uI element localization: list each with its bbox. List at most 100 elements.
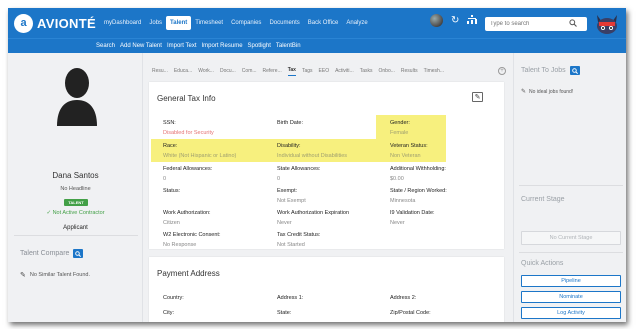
state-region-field: State / Region Worked: Minnesota <box>390 188 447 204</box>
veteran-value: Non Veteran <box>390 153 421 159</box>
subnav-search[interactable]: Search <box>96 43 115 49</box>
veteran-label: Veteran Status: <box>390 143 428 149</box>
disability-label: Disability: <box>277 143 301 149</box>
state-region-label: State / Region Worked: <box>390 188 447 194</box>
tab-tasks[interactable]: Tasks <box>360 68 373 74</box>
right-sidebar: Talent To Jobs ✎ No ideal jobs found! Cu… <box>513 53 626 322</box>
add-tab-icon[interactable]: + <box>498 67 506 75</box>
work-authorization-expiration-label: Work Authorization Expiration <box>277 210 350 216</box>
zip-field: Zip/Postal Code: <box>390 310 431 316</box>
profile-photo[interactable] <box>55 66 99 126</box>
gender-field: Gender: Female <box>390 120 410 136</box>
work-authorization-value: Citizen <box>163 220 180 226</box>
talent-compare-search-button[interactable] <box>73 249 84 258</box>
exempt-label: Exempt: <box>277 188 298 194</box>
nav-item-documents[interactable]: Documents <box>265 16 303 30</box>
exempt-value: Not Exempt <box>277 198 306 204</box>
i9-validation-value: Never <box>390 220 405 226</box>
tab-eeo[interactable]: EEO <box>319 68 330 74</box>
pipeline-button[interactable]: Pipeline <box>521 275 621 287</box>
w2-consent-field: W2 Electronic Consent: No Response <box>163 232 220 248</box>
top-nav-bar: a AVIONTÉ myDashboard Jobs Talent Timesh… <box>8 8 626 38</box>
brand-logo[interactable]: a AVIONTÉ <box>14 13 100 33</box>
logo-icon: a <box>14 13 33 33</box>
user-avatar[interactable] <box>594 11 620 35</box>
tab-activities[interactable]: Activiti... <box>335 68 354 74</box>
tab-onboarding[interactable]: Onbo... <box>379 68 395 74</box>
tab-tax[interactable]: Tax <box>287 67 296 76</box>
nav-item-timesheet[interactable]: Timesheet <box>191 16 227 30</box>
birth-date-field: Birth Date: <box>277 120 303 130</box>
contractor-status-text: Not Active Contractor <box>52 210 105 216</box>
talent-compare-title: Talent Compare <box>20 250 70 257</box>
main-nav: myDashboard Jobs Talent Timesheet Compan… <box>100 8 372 38</box>
disability-field: Disability: Individual without Disabilit… <box>277 143 347 159</box>
refresh-icon[interactable]: ↻ <box>451 15 459 26</box>
disability-value: Individual without Disabilities <box>277 153 348 159</box>
nav-item-back-office[interactable]: Back Office <box>304 16 343 30</box>
subnav-add-new-talent[interactable]: Add New Talent <box>120 43 162 49</box>
search-input[interactable] <box>485 21 569 27</box>
nav-item-talent[interactable]: Talent <box>166 16 192 30</box>
search-icon[interactable] <box>569 19 577 29</box>
state-allowances-label: State Allowances: <box>277 166 321 172</box>
tab-documents[interactable]: Docu... <box>220 68 236 74</box>
talent-to-jobs-search-button[interactable] <box>569 66 580 75</box>
tab-comments[interactable]: Com... <box>242 68 257 74</box>
ssn-field: SSN: Disabled for Security <box>163 120 214 136</box>
gender-value: Female <box>390 130 409 136</box>
tab-references[interactable]: Refere... <box>263 68 282 74</box>
payment-address-card: Payment Address Country: Address 1: Addr… <box>149 257 504 322</box>
address2-label: Address 2: <box>390 295 417 301</box>
org-chart-icon[interactable] <box>467 14 478 27</box>
current-stage-title: Current Stage <box>521 196 565 203</box>
talent-to-jobs-header: Talent To Jobs <box>521 66 580 75</box>
card-title: Payment Address <box>157 269 220 278</box>
subnav-import-text[interactable]: Import Text <box>167 43 197 49</box>
country-field: Country: <box>163 295 184 301</box>
global-search[interactable] <box>485 17 587 31</box>
app-window: a AVIONTÉ myDashboard Jobs Talent Timesh… <box>8 8 626 322</box>
tax-credit-value: Not Started <box>277 242 305 248</box>
general-tax-info-card: General Tax Info ✎ SSN: Disabled for Sec… <box>149 82 504 249</box>
birth-date-label: Birth Date: <box>277 120 303 126</box>
nominate-button[interactable]: Nominate <box>521 291 621 303</box>
no-current-stage-button[interactable]: No Current Stage <box>521 231 621 245</box>
tab-results[interactable]: Results <box>401 68 418 74</box>
veteran-field: Veteran Status: Non Veteran <box>390 143 428 159</box>
city-field: City: <box>163 310 174 316</box>
work-authorization-field: Work Authorization: Citizen <box>163 210 211 226</box>
tab-education[interactable]: Educa... <box>174 68 192 74</box>
country-label: Country: <box>163 295 184 301</box>
nav-item-dashboard[interactable]: myDashboard <box>100 16 145 30</box>
federal-allowances-value: 0 <box>163 176 167 182</box>
race-field: Race: White (Not Hispanic or Latino) <box>163 143 236 159</box>
gender-label: Gender: <box>390 120 410 126</box>
subnav-import-resume[interactable]: Import Resume <box>202 43 243 49</box>
race-label: Race: <box>163 143 178 149</box>
tab-tags[interactable]: Tags <box>302 68 313 74</box>
log-activity-button[interactable]: Log Activity <box>521 307 621 319</box>
tax-credit-label: Tax Credit Status: <box>277 232 321 238</box>
state-field: State: <box>277 310 291 316</box>
work-authorization-expiration-value: Never <box>277 220 292 226</box>
nav-item-analyze[interactable]: Analyze <box>342 16 371 30</box>
divider <box>519 185 623 186</box>
state-allowances-field: State Allowances: 0 <box>277 166 320 182</box>
talent-name: Dana Santos <box>52 171 99 180</box>
highlight-gender <box>376 115 446 140</box>
nav-item-jobs[interactable]: Jobs <box>145 16 166 30</box>
quick-actions-title: Quick Actions <box>521 260 564 267</box>
globe-icon[interactable] <box>430 14 443 27</box>
subnav-talentbin[interactable]: TalentBin <box>276 43 301 49</box>
edit-icon[interactable]: ✎ <box>472 92 483 102</box>
profile-sidebar: Dana Santos No Headline TALENT ✓ Not Act… <box>8 53 143 322</box>
no-similar-text: No Similar Talent Found. <box>29 272 90 278</box>
subnav-spotlight[interactable]: Spotlight <box>248 43 271 49</box>
nav-item-companies[interactable]: Companies <box>227 16 265 30</box>
exempt-field: Exempt: Not Exempt <box>277 188 306 204</box>
tab-work[interactable]: Work... <box>198 68 214 74</box>
tab-resume[interactable]: Resu... <box>152 68 168 74</box>
tab-timesheets[interactable]: Timesh... <box>424 68 444 74</box>
race-value: White (Not Hispanic or Latino) <box>163 153 237 159</box>
